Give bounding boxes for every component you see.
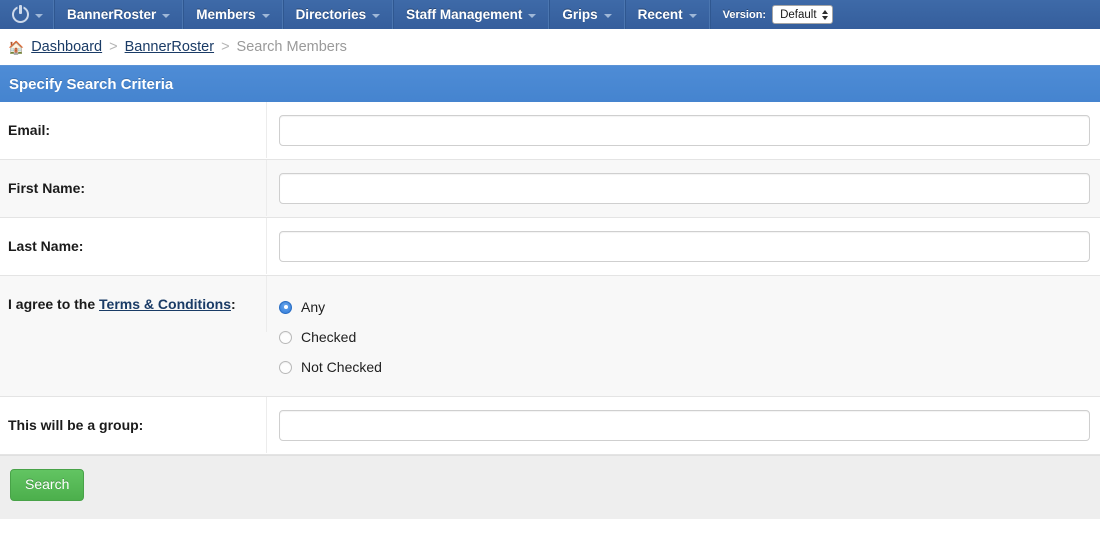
terms-and-conditions-link[interactable]: Terms & Conditions bbox=[99, 296, 231, 312]
nav-item-grips[interactable]: Grips bbox=[549, 0, 625, 29]
nav-item-staff-management[interactable]: Staff Management bbox=[393, 0, 550, 29]
form-field-last-name bbox=[267, 218, 1100, 275]
breadcrumb-separator: > bbox=[221, 39, 230, 55]
breadcrumb-item-bannerroster[interactable]: BannerRoster bbox=[125, 39, 214, 55]
top-navbar: BannerRoster Members Directories Staff M… bbox=[0, 0, 1100, 29]
chevron-down-icon bbox=[372, 13, 381, 18]
nav-item-directories[interactable]: Directories bbox=[282, 0, 394, 29]
breadcrumb-item-current: Search Members bbox=[236, 39, 347, 55]
radio-option-label: Not Checked bbox=[301, 359, 382, 375]
form-field-group bbox=[267, 397, 1100, 454]
form-label-terms-suffix: : bbox=[231, 296, 236, 312]
form-row-first-name: First Name: bbox=[0, 160, 1100, 218]
breadcrumb-item-dashboard[interactable]: Dashboard bbox=[31, 39, 102, 55]
stepper-icon bbox=[821, 9, 828, 20]
form-label-terms-prefix: I agree to the bbox=[8, 296, 100, 312]
version-label: Version: bbox=[722, 8, 767, 21]
nav-item-bannerroster[interactable]: BannerRoster bbox=[54, 0, 184, 29]
form-label-group: This will be a group: bbox=[0, 397, 267, 453]
first-name-input[interactable] bbox=[279, 173, 1090, 204]
form-field-first-name bbox=[267, 160, 1100, 217]
nav-item-label: Recent bbox=[637, 7, 683, 22]
nav-item-label: Staff Management bbox=[406, 7, 523, 22]
search-button[interactable]: Search bbox=[10, 469, 85, 502]
form-row-terms: I agree to the Terms & Conditions: Any C… bbox=[0, 276, 1100, 397]
last-name-input[interactable] bbox=[279, 231, 1090, 262]
chevron-down-icon bbox=[528, 13, 537, 18]
form-row-email: Email: bbox=[0, 102, 1100, 160]
panel-heading: Specify Search Criteria bbox=[0, 66, 1100, 102]
chevron-down-icon bbox=[35, 13, 43, 18]
email-input[interactable] bbox=[279, 115, 1090, 146]
nav-item-recent[interactable]: Recent bbox=[624, 0, 710, 29]
nav-item-label: Grips bbox=[562, 7, 598, 22]
version-switcher: Version: Default bbox=[709, 0, 845, 29]
radio-option-label: Checked bbox=[301, 329, 357, 345]
nav-item-label: BannerRoster bbox=[67, 7, 157, 22]
terms-radio-group: Any Checked Not Checked bbox=[267, 276, 392, 396]
version-select-value: Default bbox=[780, 8, 817, 21]
chevron-down-icon bbox=[603, 13, 612, 18]
radio-icon bbox=[279, 360, 292, 374]
radio-option-checked[interactable]: Checked bbox=[279, 322, 382, 352]
form-label-last-name: Last Name: bbox=[0, 218, 267, 274]
chevron-down-icon bbox=[261, 13, 270, 18]
form-label-first-name: First Name: bbox=[0, 160, 267, 216]
form-row-last-name: Last Name: bbox=[0, 218, 1100, 276]
nav-item-members[interactable]: Members bbox=[183, 0, 283, 29]
radio-icon bbox=[279, 300, 292, 314]
chevron-down-icon bbox=[688, 13, 697, 18]
page-title: Specify Search Criteria bbox=[9, 75, 174, 93]
version-select[interactable]: Default bbox=[772, 5, 833, 24]
nav-item-label: Members bbox=[196, 7, 256, 22]
form-label-email: Email: bbox=[0, 102, 267, 158]
radio-option-not-checked[interactable]: Not Checked bbox=[279, 352, 382, 382]
radio-option-any[interactable]: Any bbox=[279, 292, 382, 322]
breadcrumb: 🏠 Dashboard > BannerRoster > Search Memb… bbox=[0, 29, 1100, 65]
form-row-group: This will be a group: bbox=[0, 397, 1100, 455]
radio-option-label: Any bbox=[301, 299, 326, 315]
search-criteria-panel: Specify Search Criteria Email: First Nam… bbox=[0, 65, 1100, 519]
nav-item-power-menu[interactable] bbox=[0, 0, 54, 29]
nav-item-label: Directories bbox=[295, 7, 367, 22]
power-icon bbox=[12, 5, 29, 23]
group-input[interactable] bbox=[279, 410, 1090, 441]
breadcrumb-separator: > bbox=[109, 39, 118, 55]
search-form: Email: First Name: Last Name: I agree to… bbox=[0, 102, 1100, 455]
form-label-terms: I agree to the Terms & Conditions: bbox=[0, 276, 267, 332]
radio-icon bbox=[279, 330, 292, 344]
form-field-email bbox=[267, 102, 1100, 159]
panel-footer: Search bbox=[0, 455, 1100, 519]
home-icon: 🏠 bbox=[8, 39, 25, 55]
chevron-down-icon bbox=[162, 13, 171, 18]
